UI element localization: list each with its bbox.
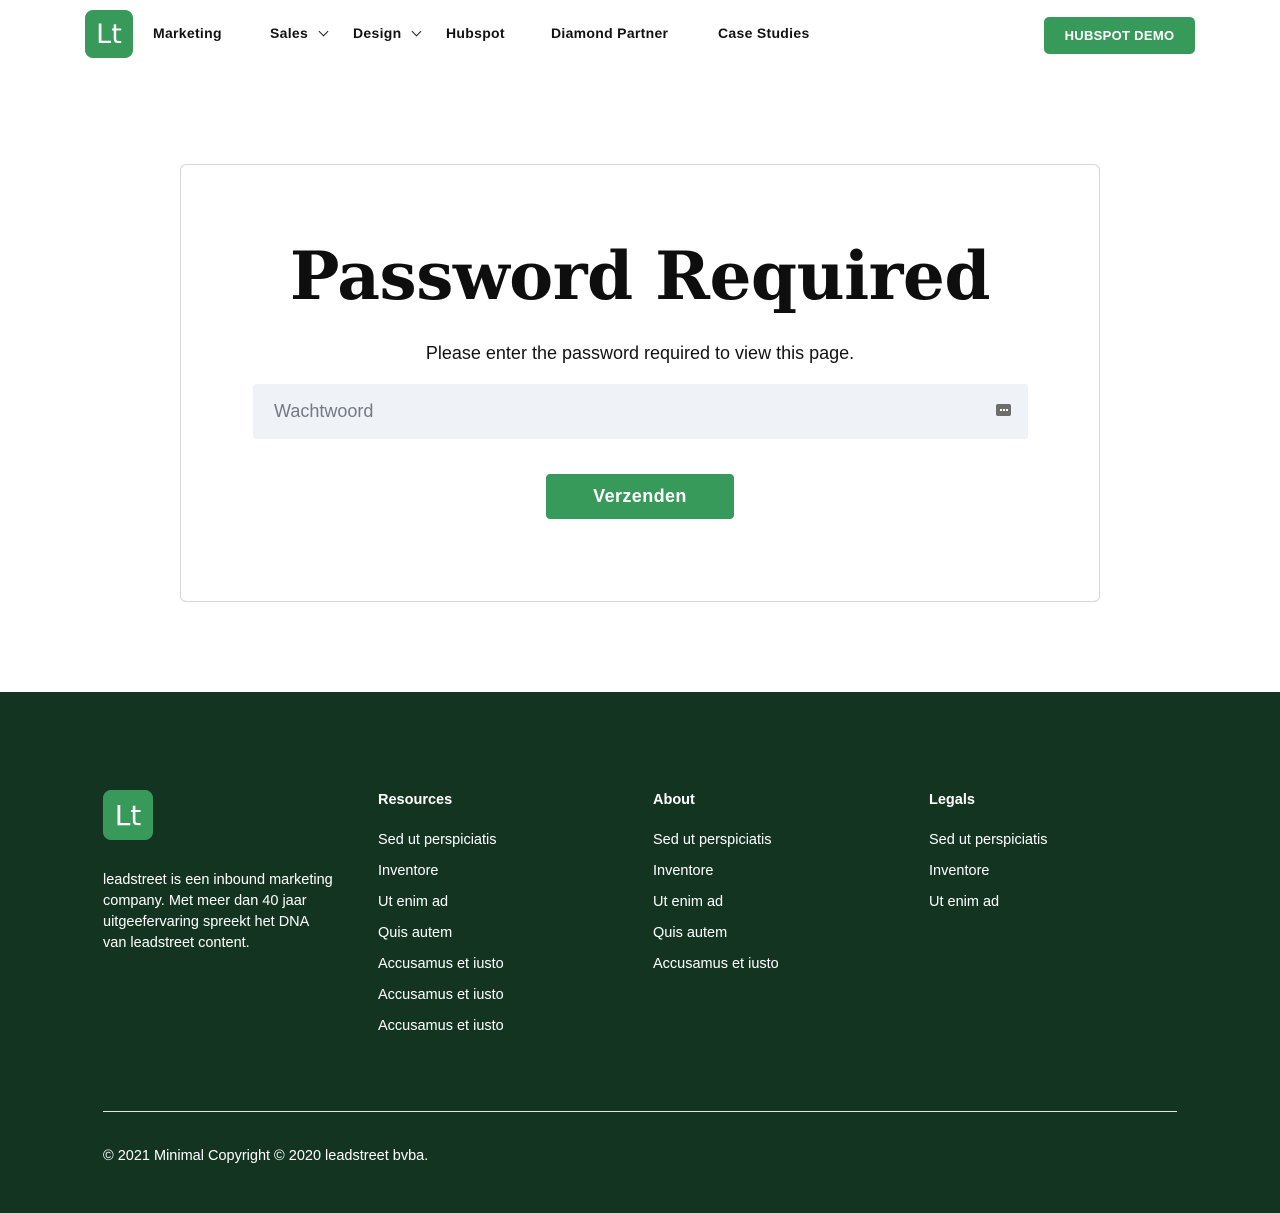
footer-link[interactable]: Accusamus et iusto	[378, 1018, 504, 1035]
password-dots-icon[interactable]	[996, 404, 1011, 416]
footer-link[interactable]: Sed ut perspiciatis	[929, 832, 1047, 849]
footer-link[interactable]: Quis autem	[378, 925, 504, 942]
nav-item-label: Design	[353, 25, 402, 41]
nav-item-label: Hubspot	[446, 25, 505, 41]
password-instructions: Please enter the password required to vi…	[425, 343, 855, 363]
leadstreet-logo[interactable]: Lt	[85, 10, 133, 58]
footer-link[interactable]: Sed ut perspiciatis	[378, 832, 504, 849]
nav-item-diamond-partner[interactable]: Diamond Partner	[551, 25, 668, 41]
footer-logo[interactable]: Lt	[103, 790, 153, 840]
submit-button[interactable]: Verzenden	[546, 474, 734, 519]
footer-column-legals: Legals Sed ut perspiciatis Inventore Ut …	[929, 792, 1047, 925]
footer-link[interactable]: Ut enim ad	[653, 894, 779, 911]
footer-column-heading: About	[653, 792, 695, 808]
password-card: Password Required Please enter the passw…	[180, 164, 1100, 602]
nav-item-label: Marketing	[153, 25, 222, 41]
footer-column-about: About Sed ut perspiciatis Inventore Ut e…	[653, 792, 779, 987]
site-header: Lt Marketing Sales Design Hubspot Diamon…	[0, 0, 1280, 70]
nav-item-label: Diamond Partner	[551, 25, 669, 41]
hubspot-demo-button[interactable]: HUBSPOT DEMO	[1044, 17, 1195, 54]
nav-item-design[interactable]: Design	[353, 25, 422, 41]
footer-column-heading: Legals	[929, 792, 975, 808]
chevron-down-icon	[412, 26, 422, 36]
nav-item-sales[interactable]: Sales	[270, 25, 329, 41]
page-title: Password Required	[289, 237, 991, 315]
footer-link[interactable]: Accusamus et iusto	[378, 956, 504, 973]
site-footer: Lt leadstreet is een inbound marketing c…	[0, 692, 1280, 1213]
footer-about-text: leadstreet is een inbound marketing comp…	[103, 872, 333, 951]
nav-item-marketing[interactable]: Marketing	[153, 25, 222, 41]
nav-item-label: Sales	[270, 25, 309, 41]
nav-item-hubspot[interactable]: Hubspot	[446, 25, 505, 41]
nav-item-label: Case Studies	[718, 25, 810, 41]
footer-link[interactable]: Quis autem	[653, 925, 779, 942]
footer-link[interactable]: Ut enim ad	[929, 894, 1047, 911]
footer-link[interactable]: Inventore	[929, 863, 1047, 880]
footer-divider	[103, 1111, 1177, 1112]
chevron-down-icon	[318, 26, 329, 36]
footer-link[interactable]: Inventore	[653, 863, 779, 880]
footer-link[interactable]: Sed ut perspiciatis	[653, 832, 779, 849]
footer-link[interactable]: Accusamus et iusto	[378, 987, 504, 1004]
footer-link[interactable]: Accusamus et iusto	[653, 956, 779, 973]
nav-item-case-studies[interactable]: Case Studies	[718, 25, 810, 41]
footer-column-resources: Resources Sed ut perspiciatis Inventore …	[378, 792, 504, 1049]
footer-link[interactable]: Ut enim ad	[378, 894, 504, 911]
password-input[interactable]	[253, 384, 1028, 439]
footer-column-heading: Resources	[378, 792, 453, 808]
copyright-text: © 2021 Minimal Copyright © 2020 leadstre…	[103, 1148, 429, 1164]
footer-link[interactable]: Inventore	[378, 863, 504, 880]
